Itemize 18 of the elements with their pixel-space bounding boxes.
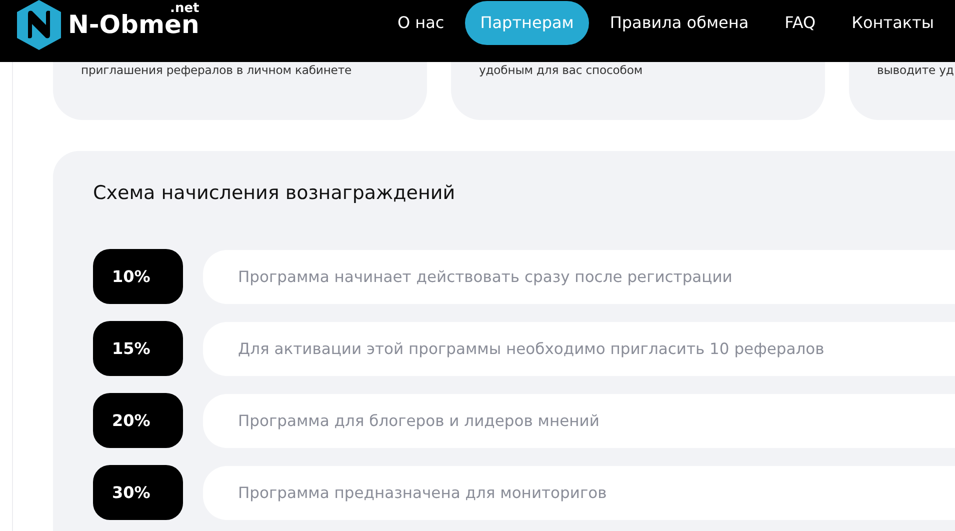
nav-link[interactable]: Правила обмена [594, 1, 764, 45]
info-card-text: приглашения рефералов в личном кабинете [53, 62, 427, 120]
percent-badge: 20% [93, 393, 183, 448]
nav-link[interactable]: FAQ [770, 1, 831, 45]
percent-badge: 30% [93, 465, 183, 520]
info-card-text: выводите уд [849, 62, 955, 120]
section-title: Схема начисления вознаграждений [93, 181, 456, 205]
program-description: Для активации этой программы необходимо пригласить 10 рефералов [203, 322, 955, 376]
percent-badge: 15% [93, 321, 183, 376]
program-description: Программа для блогеров и лидеров мнений [203, 394, 955, 448]
program-description: Программа предназначена для мониторигов [203, 466, 955, 520]
info-card-text: удобным для вас способом [451, 62, 825, 120]
logo-domain-text: .net [170, 2, 200, 15]
nav-link[interactable]: О нас [382, 1, 460, 45]
program-description: Программа начинает действовать сразу после регистрации [203, 250, 955, 304]
logo-text: N-Obmen [68, 12, 200, 38]
nav-link[interactable]: Контакты [836, 1, 949, 45]
percent-badge: 10% [93, 249, 183, 304]
